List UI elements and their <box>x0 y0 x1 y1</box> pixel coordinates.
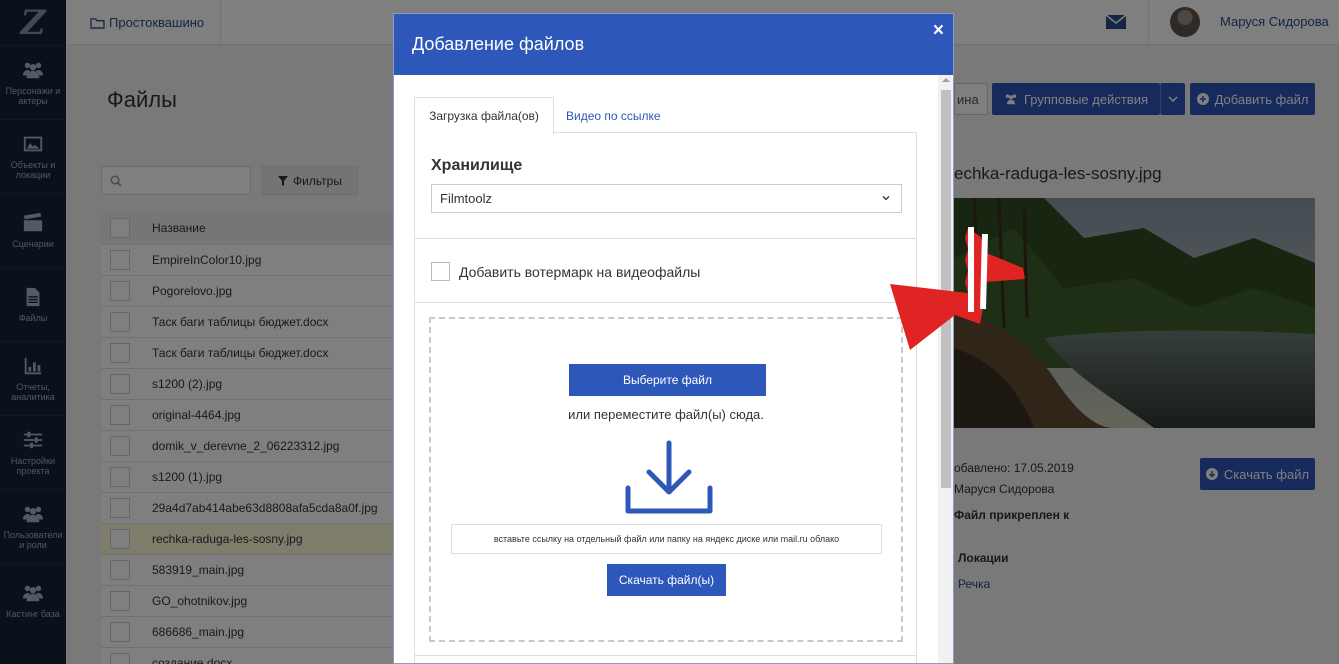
divider <box>415 655 916 656</box>
chevron-down-icon <box>882 196 890 201</box>
cloud-link-input[interactable]: вставьте ссылку на отдельный файл или па… <box>451 524 882 554</box>
add-files-modal: Добавление файлов × Загрузка файла(ов) В… <box>393 13 954 664</box>
divider <box>415 302 916 303</box>
modal-scrollbar[interactable] <box>938 75 953 663</box>
download-icon <box>625 440 713 514</box>
scroll-up-arrow[interactable] <box>938 77 953 87</box>
file-dropzone[interactable]: Выберите файл или переместите файл(ы) сю… <box>429 317 903 642</box>
choose-file-button[interactable]: Выберите файл <box>569 364 766 396</box>
storage-select[interactable]: Filmtoolz <box>431 184 902 213</box>
storage-value: Filmtoolz <box>440 191 493 206</box>
divider <box>415 238 916 239</box>
upload-panel: Хранилище Filmtoolz Добавить вотермарк н… <box>414 133 917 663</box>
modal-header: Добавление файлов <box>394 14 953 75</box>
storage-label: Хранилище <box>431 157 523 174</box>
download-files-button[interactable]: Скачать файл(ы) <box>607 564 726 596</box>
watermark-option: Добавить вотермарк на видеофайлы <box>431 262 700 281</box>
close-icon[interactable]: × <box>933 20 944 42</box>
tab-file-upload[interactable]: Загрузка файла(ов) <box>414 97 554 134</box>
watermark-label[interactable]: Добавить вотермарк на видеофайлы <box>459 264 700 280</box>
watermark-checkbox[interactable] <box>431 262 450 281</box>
annotation-arrow-icon <box>890 227 1025 350</box>
drop-hint: или переместите файл(ы) сюда. <box>568 407 764 422</box>
modal-title: Добавление файлов <box>412 34 585 54</box>
tab-video-link[interactable]: Видео по ссылке <box>566 97 661 134</box>
upload-tabs: Загрузка файла(ов) Видео по ссылке <box>414 97 917 134</box>
modal-body: Загрузка файла(ов) Видео по ссылке Храни… <box>394 75 953 663</box>
